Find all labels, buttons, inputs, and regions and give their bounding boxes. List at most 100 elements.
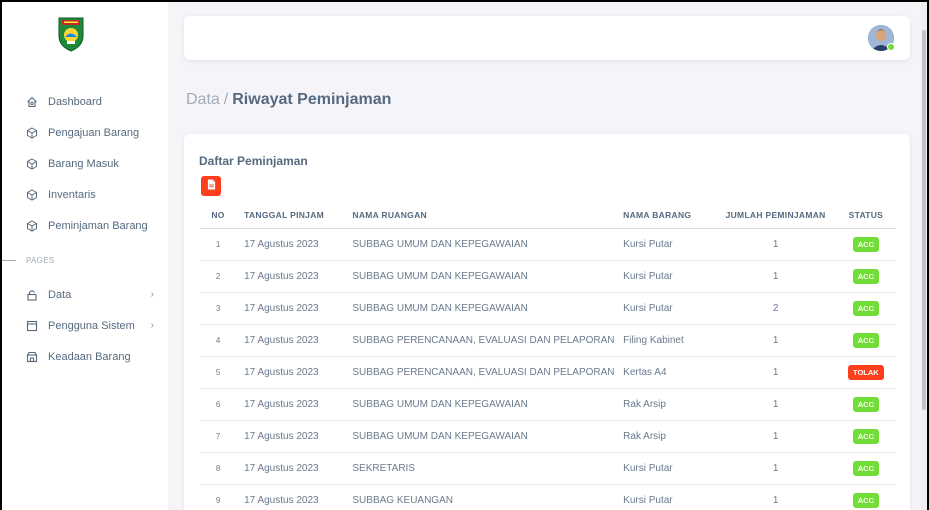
cell-no: 6 <box>200 388 237 421</box>
scrollbar-thumb[interactable] <box>922 30 926 410</box>
cell-item: Kursi Putar <box>615 452 716 485</box>
breadcrumb: Data / Riwayat Peminjaman <box>186 91 391 109</box>
sidebar-item-dashboard[interactable]: Dashboard <box>2 86 168 117</box>
cell-status: TOLAK <box>835 356 896 389</box>
cell-qty: 1 <box>715 452 836 485</box>
cell-qty: 1 <box>715 356 836 389</box>
column-header-no[interactable]: NO <box>200 202 237 229</box>
cell-no: 1 <box>200 228 237 261</box>
cell-no: 8 <box>200 452 237 485</box>
cell-date: 17 Agustus 2023 <box>236 484 345 510</box>
chevron-right-icon: › <box>150 289 154 300</box>
table-row: 8 17 Agustus 2023 SEKRETARIS Kursi Putar 1 AC… <box>200 452 896 485</box>
cell-status: ACC <box>835 260 896 293</box>
cell-no: 7 <box>200 420 237 453</box>
cell-qty: 1 <box>715 420 836 453</box>
page-scrollbar[interactable] <box>921 2 927 510</box>
sidebar-item-label: Data <box>48 288 72 301</box>
card-title: Daftar Peminjaman <box>199 154 308 168</box>
sidebar-item-label: Pengguna Sistem <box>48 319 135 332</box>
sidebar-item-inventaris[interactable]: Inventaris <box>2 179 168 210</box>
sidebar-item-label: Peminjaman Barang <box>48 219 148 232</box>
cell-room: SUBBAG PERENCANAAN, EVALUASI DAN PELAPOR… <box>344 324 616 357</box>
cell-item: Kursi Putar <box>615 228 716 261</box>
cube-icon <box>26 157 38 170</box>
cell-status: ACC <box>835 452 896 485</box>
cell-date: 17 Agustus 2023 <box>236 388 345 421</box>
table-row: 9 17 Agustus 2023 SUBBAG KEUANGAN Kursi Put… <box>200 484 896 510</box>
status-badge: ACC <box>852 428 880 444</box>
cell-no: 3 <box>200 292 237 325</box>
avatar[interactable] <box>868 25 895 51</box>
cell-item: Kertas A4 <box>615 356 716 389</box>
chevron-right-icon: › <box>150 320 154 331</box>
cell-date: 17 Agustus 2023 <box>236 324 345 357</box>
logo[interactable] <box>56 16 86 52</box>
cell-date: 17 Agustus 2023 <box>236 452 345 485</box>
sidebar-item-keadaan-barang[interactable]: Keadaan Barang <box>2 341 168 372</box>
cell-room: SUBBAG UMUM DAN KEPEGAWAIAN <box>344 292 616 325</box>
store-icon <box>26 351 38 363</box>
breadcrumb-parent: Data <box>186 91 220 108</box>
cell-date: 17 Agustus 2023 <box>236 292 345 325</box>
cell-room: SEKRETARIS <box>344 452 616 485</box>
cell-qty: 2 <box>715 292 836 325</box>
cube-icon <box>26 219 38 232</box>
column-header-item[interactable]: NAMA BARANG <box>615 202 716 229</box>
page-title: Riwayat Peminjaman <box>232 91 392 108</box>
section-divider <box>2 259 16 261</box>
column-header-date[interactable]: TANGGAL PINJAM <box>236 202 345 229</box>
table-row: 2 17 Agustus 2023 SUBBAG UMUM DAN KEPEGAWA… <box>200 260 896 293</box>
sidebar-item-pengajuan-barang[interactable]: Pengajuan Barang <box>2 117 168 148</box>
table-row: 1 17 Agustus 2023 SUBBAG UMUM DAN KEPEGAWA… <box>200 228 896 261</box>
table-row: 4 17 Agustus 2023 SUBBAG PERENCANAAN, EVAL… <box>200 324 896 357</box>
sidebar-item-label: Keadaan Barang <box>48 350 131 363</box>
cell-room: SUBBAG PERENCANAAN, EVALUASI DAN PELAPOR… <box>344 356 616 389</box>
export-pdf-button[interactable] <box>201 176 221 196</box>
sidebar-item-peminjaman-barang[interactable]: Peminjaman Barang <box>2 210 168 241</box>
status-badge: ACC <box>852 268 880 284</box>
cell-date: 17 Agustus 2023 <box>236 260 345 293</box>
sidebar-menu: Dashboard Pengajuan Barang Barang Masuk … <box>2 86 168 372</box>
cell-status: ACC <box>835 292 896 325</box>
cell-item: Rak Arsip <box>615 420 716 453</box>
column-header-status[interactable]: STATUS <box>835 202 896 229</box>
table-row: 3 17 Agustus 2023 SUBBAG UMUM DAN KEPEGAWA… <box>200 292 896 325</box>
table-body: 1 17 Agustus 2023 SUBBAG UMUM DAN KEPEGAWA… <box>200 228 896 510</box>
cell-date: 17 Agustus 2023 <box>236 228 345 261</box>
cube-icon <box>26 126 38 139</box>
cell-status: ACC <box>835 324 896 357</box>
status-badge: ACC <box>852 460 880 476</box>
cell-date: 17 Agustus 2023 <box>236 420 345 453</box>
section-header-label: PAGES <box>26 255 55 265</box>
cell-no: 4 <box>200 324 237 357</box>
cell-item: Kursi Putar <box>615 484 716 510</box>
sidebar-item-data[interactable]: Data › <box>2 279 168 310</box>
top-navbar <box>184 16 910 60</box>
cell-status: ACC <box>835 388 896 421</box>
cell-room: SUBBAG UMUM DAN KEPEGAWAIAN <box>344 260 616 293</box>
lock-icon <box>26 289 38 301</box>
status-badge: TOLAK <box>848 364 884 380</box>
cell-qty: 1 <box>715 260 836 293</box>
sidebar-item-pengguna-sistem[interactable]: Pengguna Sistem › <box>2 310 168 341</box>
cell-no: 9 <box>200 484 237 510</box>
cell-status: ACC <box>835 484 896 510</box>
column-header-room[interactable]: NAMA RUANGAN <box>344 202 616 229</box>
cell-room: SUBBAG UMUM DAN KEPEGAWAIAN <box>344 388 616 421</box>
cell-no: 2 <box>200 260 237 293</box>
status-badge: ACC <box>852 236 880 252</box>
cell-qty: 1 <box>715 324 836 357</box>
sidebar-item-label: Inventaris <box>48 188 96 201</box>
cell-qty: 1 <box>715 388 836 421</box>
sidebar-item-barang-masuk[interactable]: Barang Masuk <box>2 148 168 179</box>
table-row: 7 17 Agustus 2023 SUBBAG UMUM DAN KEPEGAWA… <box>200 420 896 453</box>
status-badge: ACC <box>852 396 880 412</box>
cell-item: Filing Kabinet <box>615 324 716 357</box>
layout-icon <box>26 320 38 332</box>
loan-history-card: Daftar Peminjaman NO TANGGAL PINJAM NAMA… <box>184 134 910 510</box>
cell-qty: 1 <box>715 484 836 510</box>
cell-room: SUBBAG UMUM DAN KEPEGAWAIAN <box>344 420 616 453</box>
column-header-qty[interactable]: JUMLAH PEMINJAMAN <box>715 202 836 229</box>
cell-item: Kursi Putar <box>615 260 716 293</box>
